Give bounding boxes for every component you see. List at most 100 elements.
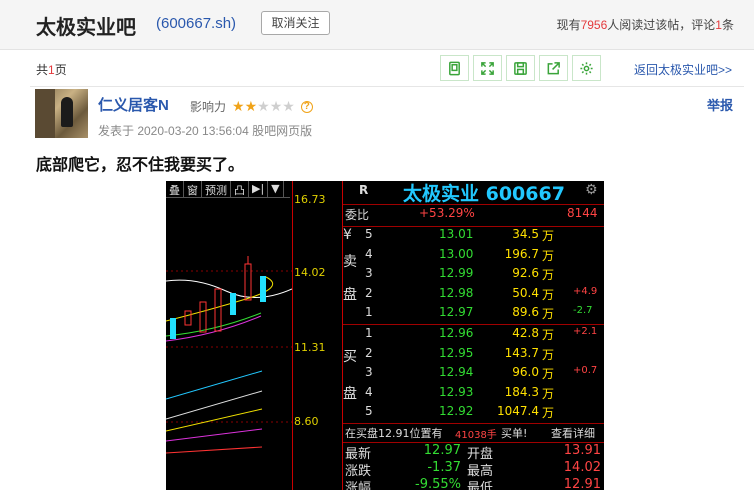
quote-label: 涨幅 [345, 481, 372, 490]
orderbook-price: 12.98 [439, 285, 474, 300]
axis-label: 16.73 [294, 193, 326, 206]
orderbook-volume: 89.6 [512, 305, 539, 319]
orderbook-change: +2.1 [573, 326, 598, 337]
price-axis [292, 181, 341, 490]
orderbook-row: 3 12.94 96.0 万 +0.7 [343, 365, 604, 385]
indicator-line [166, 408, 263, 432]
influence-rating: 影响力 ★★★★★ ? [190, 98, 313, 115]
pager-pages: 1 [48, 63, 55, 77]
orderbook-row: 1 12.97 89.6 万 -2.7 [343, 305, 604, 325]
separator [343, 423, 604, 424]
expand-icon[interactable] [473, 55, 502, 81]
orderbook-unit: 万 [542, 307, 555, 321]
orderbook-unit: 万 [542, 328, 555, 342]
page-count: 共1页 [36, 61, 67, 78]
stats-prefix: 现有 [556, 18, 581, 32]
star-rating: ★★★★★ [232, 98, 295, 115]
orderbook-unit: 万 [542, 287, 555, 302]
share-icon[interactable] [539, 55, 568, 81]
orderbook-row: 4 12.93 184.3 万 [343, 385, 604, 405]
quote-row: 涨幅 -9.55% 最低 12.91 [343, 477, 604, 490]
stats-middle: 人阅读过该帖，评论 [607, 18, 716, 32]
star-empty-icon: ★ [282, 98, 295, 114]
orderbook-change: +0.7 [573, 365, 598, 376]
orderbook-level: 1 [365, 326, 373, 340]
orderbook-level: 4 [365, 246, 373, 261]
quote-panel: R 太极实业 600667 ⚙ 委比 +53.29% 8144 ¥ 卖 盘 51… [342, 181, 604, 490]
orderbook-level: 2 [365, 345, 373, 360]
post-meta: 发表于 2020-03-20 13:56:04 股吧网页版 [98, 124, 313, 138]
quote-row: 最新 12.97 开盘 13.91 [343, 443, 604, 462]
notice-suffix: 买单! [501, 427, 528, 440]
orderbook-unit: 万 [542, 229, 555, 243]
candle [244, 263, 252, 301]
orderbook-price: 13.01 [439, 227, 474, 241]
orderbook-price: 12.95 [439, 345, 474, 360]
bar-title[interactable]: 太极实业吧 [36, 11, 136, 40]
orderbook-row: 2 12.98 50.4 万 +4.9 [343, 286, 604, 306]
star-empty-icon: ★ [269, 98, 283, 114]
candle [170, 318, 176, 339]
orderbook-volume: 1047.4 [497, 404, 539, 418]
divider [30, 86, 744, 87]
pager-suffix: 页 [54, 63, 67, 77]
quote-value: 13.91 [563, 443, 601, 458]
notice-amount: 41038手 [455, 430, 497, 441]
avatar[interactable] [35, 89, 88, 138]
indicator-line [166, 446, 263, 454]
panel-r-label: R [359, 183, 369, 197]
kline-chart: 叠 窗 预测 凸 ▶| ▼ 16.73 14.02 11.31 8.60 [166, 181, 341, 490]
indicator-line [166, 428, 263, 442]
author-name[interactable]: 仁义居客N [98, 94, 169, 115]
back-to-bar-link[interactable]: 返回太极实业吧>> [634, 61, 732, 78]
quote-value: -1.37 [427, 460, 461, 475]
orderbook-level: 1 [365, 305, 373, 319]
panel-title: 太极实业 600667 [403, 183, 565, 205]
kline-drawing [166, 256, 292, 454]
stock-code[interactable]: (600667.sh) [156, 15, 236, 32]
orderbook-volume: 96.0 [512, 365, 539, 379]
report-link[interactable]: 举报 [707, 95, 733, 114]
candle [230, 293, 236, 315]
stock-screenshot[interactable]: 叠 窗 预测 凸 ▶| ▼ 16.73 14.02 11.31 8.60 R 太… [166, 181, 604, 490]
candle [199, 301, 207, 333]
candle [260, 276, 266, 302]
orderbook-row: 1 12.96 42.8 万 +2.1 [343, 326, 604, 346]
orderbook-price: 12.99 [439, 266, 474, 280]
post-toolbar [440, 55, 601, 81]
settings-icon[interactable] [572, 55, 601, 81]
orderbook-price: 13.00 [439, 246, 474, 261]
pager-prefix: 共 [36, 63, 49, 77]
orderbook-volume: 196.7 [504, 246, 539, 261]
orderbook-unit: 万 [542, 406, 555, 420]
gear-icon: ⚙ [585, 182, 598, 198]
help-icon[interactable]: ? [300, 100, 313, 113]
orderbook-unit: 万 [542, 386, 555, 401]
save-icon[interactable] [506, 55, 535, 81]
comment-count: 1 [715, 18, 722, 32]
orderbook-level: 3 [365, 365, 373, 379]
orderbook-row: 3 12.99 92.6 万 [343, 266, 604, 286]
bar-header: 太极实业吧 (600667.sh) 取消关注 现有7956人阅读过该帖，评论1条 [0, 0, 754, 50]
orderbook-level: 5 [365, 227, 373, 241]
page-icon[interactable] [440, 55, 469, 81]
orderbook-price: 12.93 [439, 384, 474, 399]
orderbook-row: 5 12.92 1047.4 万 [343, 404, 604, 424]
stats-suffix: 条 [721, 18, 734, 32]
orderbook-volume: 34.5 [512, 227, 539, 241]
weibi-value: +53.29% [419, 206, 475, 220]
unfollow-button[interactable]: 取消关注 [261, 11, 330, 35]
orderbook-volume: 143.7 [504, 345, 539, 360]
orderbook-volume: 50.4 [512, 285, 539, 300]
orderbook-price: 12.92 [439, 404, 474, 418]
orderbook-change: +4.9 [573, 285, 598, 297]
orderbook-level: 2 [365, 285, 373, 300]
orderbook-unit: 万 [542, 347, 555, 362]
weibi-label: 委比 [345, 208, 370, 222]
candle [214, 288, 222, 332]
orderbook-level: 3 [365, 266, 373, 280]
reader-count: 7956 [580, 18, 608, 32]
post-body: 底部爬它，忍不住我要买了。 [36, 157, 245, 174]
ma-line [166, 279, 292, 299]
orderbook-price: 12.97 [439, 305, 474, 319]
